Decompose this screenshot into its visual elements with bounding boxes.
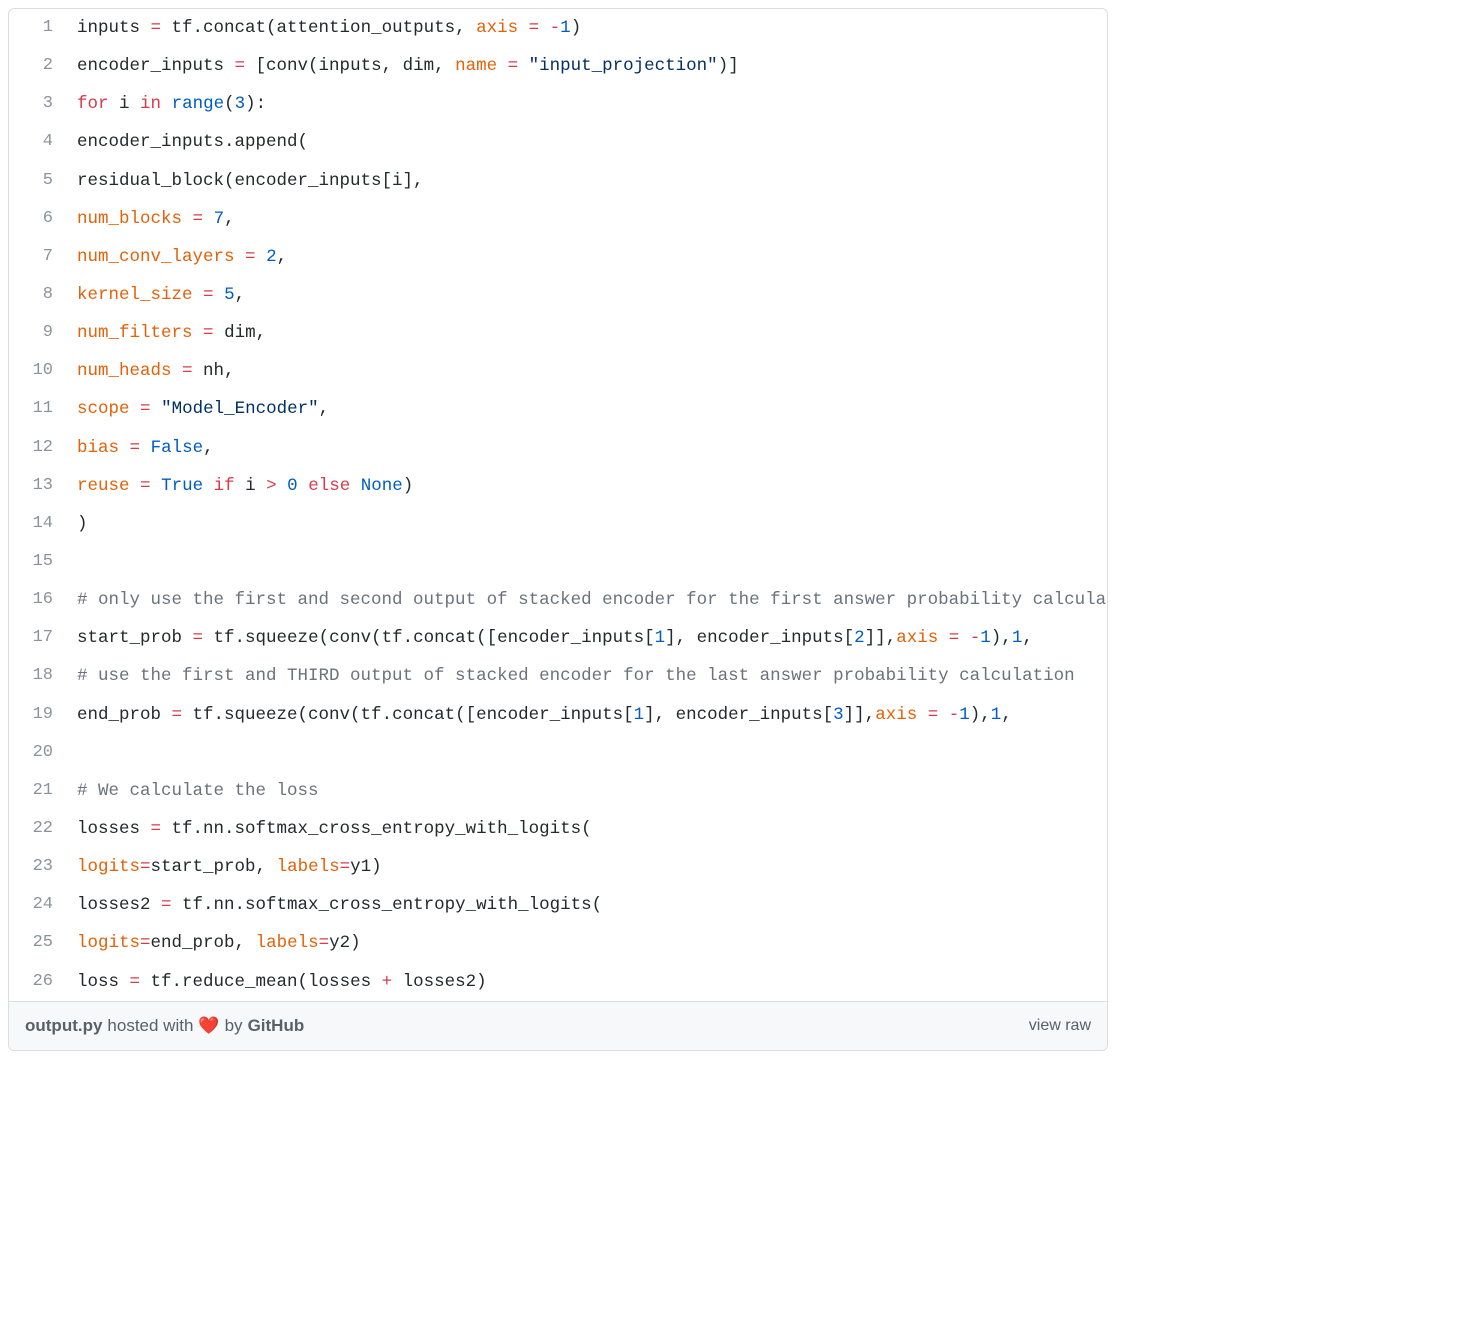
gist-meta-left: output.py hosted with ❤️ by GitHub [25,1016,304,1036]
code-table: 1 inputs = tf.concat(attention_outputs, … [9,9,1107,1001]
line-content[interactable]: for i in range(3): [67,85,1107,123]
gist-meta-bar: output.py hosted with ❤️ by GitHub view … [9,1001,1107,1050]
code-line: 17 start_prob = tf.squeeze(conv(tf.conca… [9,619,1107,657]
line-number[interactable]: 19 [9,696,67,734]
github-link[interactable]: GitHub [248,1016,305,1036]
line-number[interactable]: 4 [9,123,67,161]
line-number[interactable]: 23 [9,848,67,886]
code-line: 23 logits=start_prob, labels=y1) [9,848,1107,886]
hosted-with-text: hosted with [107,1016,193,1036]
code-line: 6 num_blocks = 7, [9,200,1107,238]
line-number[interactable]: 14 [9,505,67,543]
line-content[interactable]: kernel_size = 5, [67,276,1107,314]
code-line: 21 # We calculate the loss [9,772,1107,810]
line-number[interactable]: 5 [9,162,67,200]
line-content[interactable]: num_blocks = 7, [67,200,1107,238]
line-content[interactable]: loss = tf.reduce_mean(losses + losses2) [67,963,1107,1001]
line-content[interactable] [67,734,1107,772]
code-scroll-area[interactable]: 1 inputs = tf.concat(attention_outputs, … [9,9,1107,1001]
line-content[interactable]: bias = False, [67,429,1107,467]
line-content[interactable]: scope = "Model_Encoder", [67,390,1107,428]
code-line: 4 encoder_inputs.append( [9,123,1107,161]
heart-icon: ❤️ [198,1017,219,1034]
line-number[interactable]: 15 [9,543,67,581]
code-line: 15 [9,543,1107,581]
line-number[interactable]: 17 [9,619,67,657]
line-content[interactable]: start_prob = tf.squeeze(conv(tf.concat([… [67,619,1107,657]
line-content[interactable]: losses2 = tf.nn.softmax_cross_entropy_wi… [67,886,1107,924]
code-line: 20 [9,734,1107,772]
line-number[interactable]: 12 [9,429,67,467]
code-line: 16 # only use the first and second outpu… [9,581,1107,619]
code-line: 10 num_heads = nh, [9,352,1107,390]
line-content[interactable]: num_conv_layers = 2, [67,238,1107,276]
view-raw-link[interactable]: view raw [1029,1017,1091,1035]
line-number[interactable]: 18 [9,657,67,695]
line-content[interactable] [67,543,1107,581]
line-number[interactable]: 26 [9,963,67,1001]
line-content[interactable]: inputs = tf.concat(attention_outputs, ax… [67,9,1107,47]
line-content[interactable]: logits=end_prob, labels=y2) [67,924,1107,962]
line-number[interactable]: 2 [9,47,67,85]
by-text: by [225,1016,243,1036]
line-number[interactable]: 24 [9,886,67,924]
code-line: 19 end_prob = tf.squeeze(conv(tf.concat(… [9,696,1107,734]
code-line: 8 kernel_size = 5, [9,276,1107,314]
line-content[interactable]: reuse = True if i > 0 else None) [67,467,1107,505]
line-number[interactable]: 21 [9,772,67,810]
line-content[interactable]: ) [67,505,1107,543]
code-line: 7 num_conv_layers = 2, [9,238,1107,276]
line-content[interactable]: logits=start_prob, labels=y1) [67,848,1107,886]
code-line: 14 ) [9,505,1107,543]
line-number[interactable]: 20 [9,734,67,772]
line-number[interactable]: 25 [9,924,67,962]
line-number[interactable]: 3 [9,85,67,123]
gist-container: 1 inputs = tf.concat(attention_outputs, … [8,8,1108,1051]
code-line: 12 bias = False, [9,429,1107,467]
code-line: 2 encoder_inputs = [conv(inputs, dim, na… [9,47,1107,85]
line-content[interactable]: # only use the first and second output o… [67,581,1107,619]
code-line: 18 # use the first and THIRD output of s… [9,657,1107,695]
code-line: 5 residual_block(encoder_inputs[i], [9,162,1107,200]
line-number[interactable]: 16 [9,581,67,619]
line-number[interactable]: 22 [9,810,67,848]
line-number[interactable]: 8 [9,276,67,314]
code-line: 1 inputs = tf.concat(attention_outputs, … [9,9,1107,47]
line-number[interactable]: 6 [9,200,67,238]
gist-filename-link[interactable]: output.py [25,1016,102,1036]
line-content[interactable]: num_heads = nh, [67,352,1107,390]
line-content[interactable]: encoder_inputs = [conv(inputs, dim, name… [67,47,1107,85]
line-number[interactable]: 9 [9,314,67,352]
code-line: 25 logits=end_prob, labels=y2) [9,924,1107,962]
code-line: 11 scope = "Model_Encoder", [9,390,1107,428]
line-number[interactable]: 10 [9,352,67,390]
line-number[interactable]: 7 [9,238,67,276]
line-number[interactable]: 1 [9,9,67,47]
code-line: 22 losses = tf.nn.softmax_cross_entropy_… [9,810,1107,848]
line-content[interactable]: residual_block(encoder_inputs[i], [67,162,1107,200]
line-content[interactable]: encoder_inputs.append( [67,123,1107,161]
line-content[interactable]: end_prob = tf.squeeze(conv(tf.concat([en… [67,696,1107,734]
code-line: 3 for i in range(3): [9,85,1107,123]
code-line: 13 reuse = True if i > 0 else None) [9,467,1107,505]
code-line: 24 losses2 = tf.nn.softmax_cross_entropy… [9,886,1107,924]
line-number[interactable]: 13 [9,467,67,505]
line-content[interactable]: # We calculate the loss [67,772,1107,810]
line-content[interactable]: # use the first and THIRD output of stac… [67,657,1107,695]
line-content[interactable]: losses = tf.nn.softmax_cross_entropy_wit… [67,810,1107,848]
code-line: 26 loss = tf.reduce_mean(losses + losses… [9,963,1107,1001]
line-content[interactable]: num_filters = dim, [67,314,1107,352]
code-line: 9 num_filters = dim, [9,314,1107,352]
line-number[interactable]: 11 [9,390,67,428]
